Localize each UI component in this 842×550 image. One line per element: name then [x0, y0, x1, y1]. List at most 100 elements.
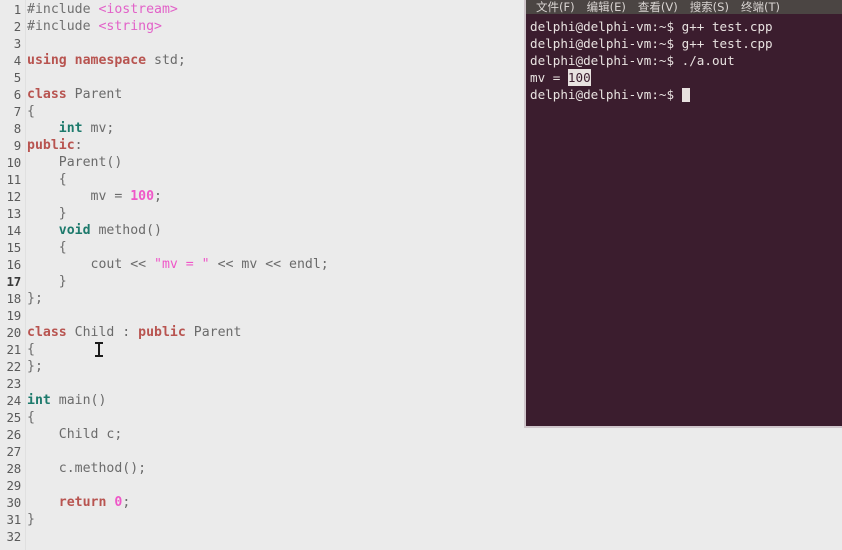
line-number: 12 [6, 189, 21, 204]
line-number: 24 [6, 393, 21, 408]
code-token: }; [27, 291, 43, 306]
terminal-line: mv = 100 [528, 69, 842, 86]
code-token: ; [122, 495, 131, 510]
code-token: ; [154, 189, 162, 204]
code-token: { [27, 410, 35, 425]
code-token: using namespace [27, 53, 147, 68]
code-token: { [27, 172, 67, 187]
code-line[interactable]: 29 [0, 477, 842, 494]
code-line[interactable]: 31} [0, 511, 842, 528]
code-token: }; [27, 359, 43, 374]
code-token: #include [27, 19, 99, 34]
line-number: 5 [13, 70, 21, 85]
line-number: 20 [6, 325, 21, 340]
terminal-block-cursor [681, 87, 690, 102]
code-line[interactable]: 27 [0, 443, 842, 460]
code-token: mv = [27, 189, 131, 204]
terminal-menu-item-4[interactable]: 搜索(S) [684, 0, 735, 14]
line-number: 2 [13, 19, 21, 34]
code-token: Child c; [27, 427, 123, 442]
line-number: 16 [6, 257, 21, 272]
line-number: 14 [6, 223, 21, 238]
code-token: "mv = " [154, 257, 210, 272]
line-number: 8 [13, 121, 21, 136]
terminal-line: delphi@delphi-vm:~$ g++ test.cpp [528, 35, 842, 52]
code-token: public [138, 325, 186, 340]
code-line[interactable]: 30 return 0; [0, 494, 842, 511]
code-token: class [27, 325, 67, 340]
code-token: #include [27, 2, 99, 17]
terminal-menu-item-2[interactable]: 编辑(E) [581, 0, 632, 14]
code-token: public [27, 138, 75, 153]
code-token: main() [50, 393, 107, 408]
code-token: } [27, 206, 67, 221]
line-content: } [24, 511, 842, 528]
line-number: 7 [13, 104, 21, 119]
code-token: int [27, 393, 51, 408]
line-number: 28 [6, 461, 21, 476]
code-token: Parent() [27, 155, 123, 170]
code-token: { [27, 104, 35, 119]
terminal-text: delphi@delphi-vm:~$ ./a.out [530, 53, 735, 68]
line-number: 3 [13, 36, 21, 51]
terminal-line: delphi@delphi-vm:~$ [528, 86, 842, 103]
terminal-text: delphi@delphi-vm:~$ [530, 87, 682, 102]
code-token: Parent [185, 325, 242, 340]
line-number: 11 [6, 172, 21, 187]
terminal-line: delphi@delphi-vm:~$ g++ test.cpp [528, 18, 842, 35]
terminal-selected-text: 100 [567, 69, 591, 86]
line-number: 17 [6, 274, 21, 289]
terminal-line: delphi@delphi-vm:~$ ./a.out [528, 52, 842, 69]
code-token: mv; [82, 121, 115, 136]
terminal-menu-item-1[interactable]: 文件(F) [530, 0, 581, 14]
code-token: Parent [66, 87, 123, 102]
terminal-text: delphi@delphi-vm:~$ g++ test.cpp [530, 36, 773, 51]
code-token: <iostream> [98, 2, 178, 17]
line-number: 13 [6, 206, 21, 221]
terminal-menubar[interactable]: 文件(F) 编辑(E) 查看(V) 搜索(S) 终端(T) [526, 0, 842, 14]
line-number: 4 [13, 53, 21, 68]
line-number: 15 [6, 240, 21, 255]
line-number: 29 [6, 478, 21, 493]
code-line[interactable]: 26 Child c; [0, 426, 842, 443]
line-number: 6 [13, 87, 21, 102]
line-number: 30 [6, 495, 21, 510]
terminal-window[interactable]: 文件(F) 编辑(E) 查看(V) 搜索(S) 终端(T) delphi@delphi-… [524, 0, 842, 428]
terminal-text: mv = [530, 70, 568, 85]
line-number: 22 [6, 359, 21, 374]
line-number: 27 [6, 444, 21, 459]
terminal-menu-item-3[interactable]: 查看(V) [632, 0, 684, 14]
code-token: Child : [66, 325, 139, 340]
terminal-output-area[interactable]: delphi@delphi-vm:~$ g++ test.cpp delphi@d… [526, 14, 842, 424]
code-token: return [58, 495, 107, 510]
terminal-menu-item-5[interactable]: 终端(T) [735, 0, 786, 14]
code-token: void [58, 223, 91, 238]
code-token: method() [90, 223, 162, 238]
code-token: std; [146, 53, 186, 68]
code-line[interactable]: 32 [0, 528, 842, 545]
line-content [24, 443, 842, 460]
line-number: 1 [13, 2, 21, 17]
code-token: } [27, 512, 35, 527]
line-number: 21 [6, 342, 21, 357]
code-line[interactable]: 28 c.method(); [0, 460, 842, 477]
line-content: c.method(); [24, 460, 842, 477]
code-token: <string> [98, 19, 162, 34]
code-token: 100 [130, 189, 155, 204]
code-token: c.method(); [27, 461, 147, 476]
line-number: 9 [13, 138, 21, 153]
line-number: 32 [6, 529, 21, 544]
line-number: 23 [6, 376, 21, 391]
line-number: 10 [6, 155, 21, 170]
line-number: 19 [6, 308, 21, 323]
code-token: cout << [27, 257, 155, 272]
code-token: : [74, 138, 83, 153]
line-number: 26 [6, 427, 21, 442]
line-number: 31 [6, 512, 21, 527]
line-number: 18 [6, 291, 21, 306]
terminal-text: delphi@delphi-vm:~$ g++ test.cpp [530, 19, 773, 34]
code-token: { [27, 240, 67, 255]
code-token: << mv << endl; [209, 257, 329, 272]
